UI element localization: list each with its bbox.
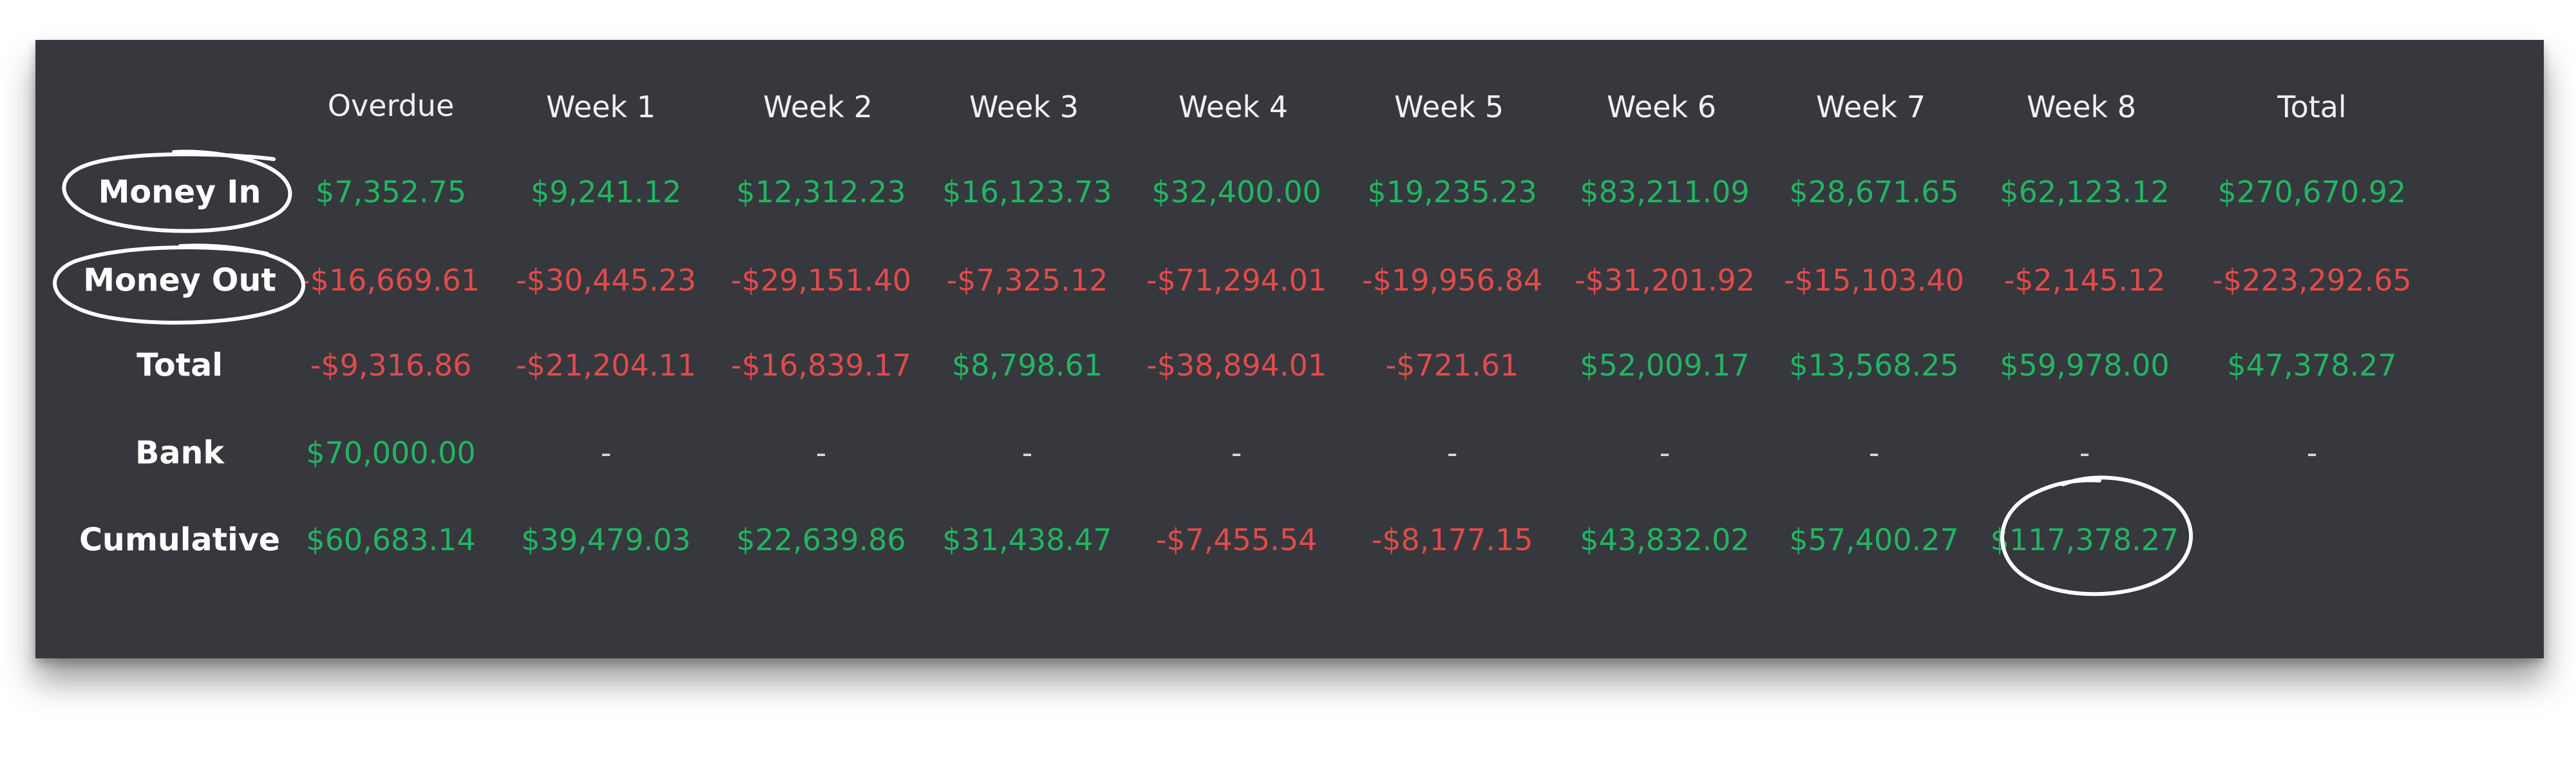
money-out-week-2: -$29,151.40: [731, 263, 911, 298]
money-out-total: -$223,292.65: [2212, 263, 2412, 298]
money-out-week-1: -$30,445.23: [516, 263, 696, 298]
column-header-overdue: Overdue: [327, 88, 455, 123]
money-in-week-8: $62,123.12: [2000, 175, 2170, 209]
money-in-week-7: $28,671.65: [1789, 175, 1959, 209]
cumulative-week-2: $22,639.86: [736, 522, 906, 557]
total-total: $47,378.27: [2227, 348, 2397, 383]
column-header-week-6: Week 6: [1607, 90, 1716, 124]
money-in-total: $270,670.92: [2217, 175, 2407, 209]
money-in-week-5: $19,235.23: [1367, 175, 1537, 209]
total-week-1: -$21,204.11: [516, 348, 696, 383]
money-out-week-8: -$2,145.12: [2003, 263, 2166, 298]
column-header-week-4: Week 4: [1179, 90, 1288, 124]
total-week-3: $8,798.61: [951, 348, 1103, 383]
column-header-week-8: Week 8: [2027, 90, 2136, 124]
cumulative-week-8: $117,378.27: [1990, 522, 2179, 557]
column-header-week-7: Week 7: [1816, 90, 1926, 124]
cumulative-week-5: -$8,177.15: [1371, 522, 1533, 557]
column-header-week-2: Week 2: [763, 90, 873, 124]
money-out-overdue: -$16,669.61: [299, 263, 480, 298]
cumulative-week-4: -$7,455.54: [1155, 522, 1318, 557]
total-week-7: $13,568.25: [1789, 348, 1959, 383]
column-header-week-1: Week 1: [546, 90, 656, 124]
bank-week-4: -: [1231, 435, 1242, 470]
money-in-overdue: $7,352.75: [315, 175, 467, 209]
bank-week-7: -: [1868, 435, 1880, 470]
row-label-bank: Bank: [135, 434, 224, 472]
cumulative-week-6: $43,832.02: [1580, 522, 1750, 557]
bank-week-5: -: [1446, 435, 1458, 470]
row-label-money-out: Money Out: [83, 262, 276, 299]
column-header-week-3: Week 3: [969, 90, 1079, 124]
total-week-2: -$16,839.17: [731, 348, 911, 383]
total-week-6: $52,009.17: [1580, 348, 1750, 383]
money-out-week-7: -$15,103.40: [1784, 263, 1964, 298]
total-week-4: -$38,894.01: [1146, 348, 1327, 383]
column-header-week-5: Week 5: [1394, 90, 1504, 124]
money-in-week-2: $12,312.23: [736, 175, 906, 209]
bank-week-1: -: [600, 435, 612, 470]
cumulative-overdue: $60,683.14: [306, 522, 476, 557]
cumulative-week-3: $31,438.47: [942, 522, 1112, 557]
total-week-8: $59,978.00: [2000, 348, 2170, 383]
money-out-week-4: -$71,294.01: [1146, 263, 1327, 298]
total-week-5: -$721.61: [1385, 348, 1519, 383]
bank-week-6: -: [1659, 435, 1671, 470]
money-in-week-3: $16,123.73: [942, 175, 1112, 209]
row-label-total: Total: [137, 347, 223, 384]
money-out-week-3: -$7,325.12: [946, 263, 1108, 298]
bank-total: -: [2306, 435, 2318, 470]
row-label-cumulative: Cumulative: [79, 521, 281, 558]
row-label-money-in: Money In: [98, 173, 261, 211]
money-in-week-6: $83,211.09: [1580, 175, 1750, 209]
bank-week-3: -: [1021, 435, 1033, 470]
cumulative-week-7: $57,400.27: [1789, 522, 1959, 557]
money-out-week-5: -$19,956.84: [1362, 263, 1542, 298]
money-in-week-4: $32,400.00: [1151, 175, 1321, 209]
bank-week-8: -: [2079, 435, 2090, 470]
total-overdue: -$9,316.86: [310, 348, 472, 383]
cumulative-week-1: $39,479.03: [521, 522, 691, 557]
column-header-total: Total: [2277, 90, 2347, 124]
bank-overdue: $70,000.00: [306, 435, 476, 470]
cashflow-table-panel: Overdue Week 1 Week 2 Week 3 Week 4 Week…: [35, 40, 2544, 658]
bank-week-2: -: [815, 435, 827, 470]
money-out-week-6: -$31,201.92: [1575, 263, 1755, 298]
money-in-week-1: $9,241.12: [530, 175, 682, 209]
